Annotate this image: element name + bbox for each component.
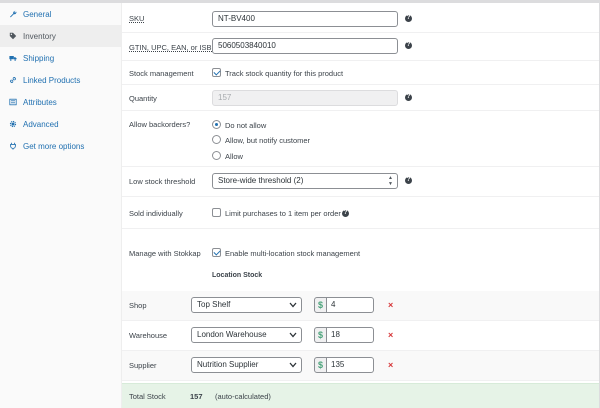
- truck-icon: [8, 53, 18, 63]
- backorder-option-label: Allow: [225, 152, 243, 161]
- location-select-value: London Warehouse: [197, 330, 267, 339]
- help-icon[interactable]: ?: [405, 177, 412, 184]
- spinner-arrows-icon[interactable]: ▲ ▼: [388, 175, 393, 187]
- sku-input[interactable]: NT-BV400: [212, 11, 398, 27]
- location-row-label: Shop: [129, 301, 147, 310]
- quantity-row: Quantity 157 ?: [122, 85, 599, 111]
- dollar-icon: $: [314, 297, 327, 313]
- stokkap-row: Manage with Stokkap Enable multi-locatio…: [122, 229, 599, 291]
- backorders-label: Allow backorders?: [129, 120, 191, 129]
- help-icon[interactable]: ?: [405, 42, 412, 49]
- low-stock-label: Low stock threshold: [129, 177, 196, 186]
- location-select[interactable]: London Warehouse: [191, 327, 302, 343]
- stokkap-text: Enable multi-location stock management: [225, 249, 361, 258]
- link-icon: [8, 75, 18, 85]
- remove-location-icon[interactable]: ×: [388, 360, 393, 370]
- stokkap-checkbox[interactable]: [212, 248, 221, 257]
- stokkap-label: Manage with Stokkap: [129, 249, 201, 258]
- gtin-input[interactable]: 5060503840010: [212, 38, 398, 54]
- location-select-value: Nutrition Supplier: [197, 360, 259, 369]
- backorders-row: Allow backorders? Do not allow Allow, bu…: [122, 111, 599, 167]
- dollar-icon: $: [314, 327, 327, 343]
- tab-general[interactable]: General: [0, 3, 122, 25]
- total-stock-note: (auto-calculated): [215, 392, 271, 401]
- stock-management-label: Stock management: [129, 69, 194, 78]
- help-icon[interactable]: ?: [405, 94, 412, 101]
- backorder-radio-notify[interactable]: [212, 135, 221, 144]
- chevron-down-icon: [289, 362, 297, 368]
- gear-icon: [8, 119, 18, 129]
- quantity-label: Quantity: [129, 94, 157, 103]
- location-qty-input[interactable]: 4: [327, 297, 374, 313]
- location-row: Shop Top Shelf $ 4 ×: [122, 291, 599, 321]
- total-stock-row: Total Stock 157 (auto-calculated): [122, 383, 599, 408]
- stock-management-row: Stock management Track stock quantity fo…: [122, 61, 599, 85]
- remove-location-icon[interactable]: ×: [388, 330, 393, 340]
- tab-label: General: [23, 9, 52, 19]
- sold-individually-label: Sold individually: [129, 209, 183, 218]
- tab-label: Get more options: [23, 141, 85, 151]
- backorder-radio-do-not-allow[interactable]: [212, 120, 221, 129]
- backorder-option-label: Do not allow: [225, 121, 267, 130]
- location-qty-input[interactable]: 18: [327, 327, 374, 343]
- remove-location-icon[interactable]: ×: [388, 300, 393, 310]
- tab-label: Shipping: [23, 53, 55, 63]
- inventory-panel: SKU NT-BV400 ? GTIN, UPC, EAN, or ISBN 5…: [122, 3, 599, 408]
- quantity-input[interactable]: 157: [212, 90, 398, 106]
- tab-shipping[interactable]: Shipping: [0, 47, 122, 69]
- backorder-option-label: Allow, but notify customer: [225, 136, 311, 145]
- location-qty-input[interactable]: 135: [327, 357, 374, 373]
- total-stock-label: Total Stock: [129, 392, 166, 401]
- dollar-icon: $: [314, 357, 327, 373]
- help-icon[interactable]: ?: [342, 210, 349, 217]
- wrench-icon: [8, 9, 18, 19]
- location-select[interactable]: Nutrition Supplier: [191, 357, 302, 373]
- tab-inventory[interactable]: Inventory: [0, 25, 122, 47]
- total-stock-value: 157: [190, 392, 203, 401]
- tab-label: Linked Products: [23, 75, 81, 85]
- low-stock-row: Low stock threshold Store-wide threshold…: [122, 167, 599, 197]
- list-icon: [8, 97, 18, 107]
- gtin-row: GTIN, UPC, EAN, or ISBN 5060503840010 ?: [122, 33, 599, 61]
- sku-label: SKU: [129, 14, 145, 23]
- tag-icon: [8, 31, 18, 41]
- tab-get-more-options[interactable]: Get more options: [0, 135, 122, 157]
- tab-advanced[interactable]: Advanced: [0, 113, 122, 135]
- track-stock-checkbox[interactable]: [212, 68, 221, 77]
- chevron-down-icon: [289, 302, 297, 308]
- product-data-tabs: General Inventory Shipping Linked Produc…: [0, 3, 122, 408]
- help-icon[interactable]: ?: [405, 15, 412, 22]
- low-stock-value: Store-wide threshold (2): [218, 176, 304, 185]
- tab-label: Inventory: [23, 31, 56, 41]
- sold-individually-checkbox[interactable]: [212, 208, 221, 217]
- backorder-radio-allow[interactable]: [212, 151, 221, 160]
- sold-individually-row: Sold individually Limit purchases to 1 i…: [122, 197, 599, 229]
- tab-linked-products[interactable]: Linked Products: [0, 69, 122, 91]
- track-stock-label: Track stock quantity for this product: [225, 69, 344, 78]
- sku-row: SKU NT-BV400 ?: [122, 3, 599, 33]
- tab-label: Attributes: [23, 97, 57, 107]
- location-select-value: Top Shelf: [197, 300, 231, 309]
- tab-label: Advanced: [23, 119, 59, 129]
- plugin-icon: [8, 141, 18, 151]
- location-row-label: Supplier: [129, 361, 157, 370]
- chevron-down-icon: [289, 332, 297, 338]
- location-row-label: Warehouse: [129, 331, 168, 340]
- location-select[interactable]: Top Shelf: [191, 297, 302, 313]
- location-stock-heading: Location Stock: [212, 272, 263, 279]
- gtin-label: GTIN, UPC, EAN, or ISBN: [129, 43, 217, 52]
- low-stock-input[interactable]: Store-wide threshold (2) ▲ ▼: [212, 173, 398, 189]
- sold-individually-text: Limit purchases to 1 item per order: [225, 209, 341, 218]
- location-row: Supplier Nutrition Supplier $ 135 ×: [122, 351, 599, 381]
- location-row: Warehouse London Warehouse $ 18 ×: [122, 321, 599, 351]
- tab-attributes[interactable]: Attributes: [0, 91, 122, 113]
